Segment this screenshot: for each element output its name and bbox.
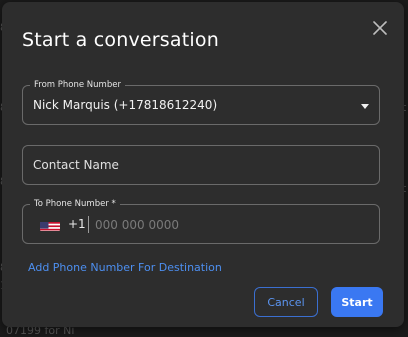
start-button[interactable]: Start: [331, 287, 383, 317]
divider: [88, 216, 89, 233]
dialog-title: Start a conversation: [22, 29, 219, 51]
to-phone-field[interactable]: To Phone Number * +1: [22, 197, 380, 244]
dial-code: +1: [68, 217, 86, 231]
start-conversation-dialog: Start a conversation From Phone Number N…: [2, 2, 404, 327]
to-phone-input[interactable]: [95, 215, 365, 235]
dropdown-caret-icon: [361, 104, 369, 109]
close-icon[interactable]: [371, 19, 389, 37]
contact-name-field[interactable]: Contact Name: [22, 145, 380, 185]
cancel-button[interactable]: Cancel: [254, 287, 318, 317]
us-flag-icon[interactable]: [40, 219, 60, 231]
contact-name-placeholder: Contact Name: [33, 158, 119, 172]
to-phone-label: To Phone Number *: [30, 197, 120, 211]
from-phone-select[interactable]: From Phone Number Nick Marquis (+1781861…: [22, 78, 380, 125]
from-phone-label: From Phone Number: [30, 78, 125, 92]
add-destination-link[interactable]: Add Phone Number For Destination: [28, 261, 222, 274]
from-phone-value: Nick Marquis (+17818612240): [33, 98, 218, 112]
